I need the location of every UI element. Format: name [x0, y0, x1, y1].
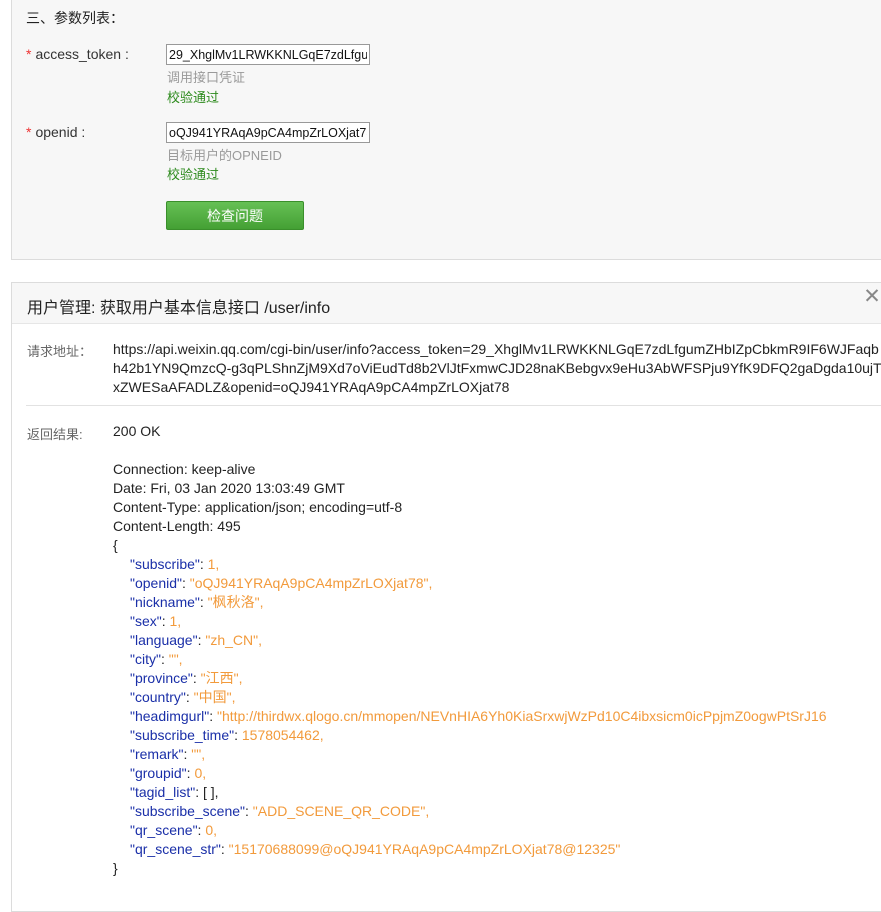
json-key: "openid" — [130, 575, 182, 591]
openid-hint: 目标用户的OPNEID — [167, 148, 282, 163]
json-field-line: "openid": "oQJ941YRAqA9pCA4mpZrLOXjat78"… — [130, 575, 433, 591]
json-key: "remark" — [130, 746, 184, 762]
request-url: https://api.weixin.qq.com/cgi-bin/user/i… — [113, 341, 881, 395]
json-close-brace: } — [113, 860, 118, 876]
openid-status: 校验通过 — [167, 167, 220, 182]
result-header: 用户管理: 获取用户基本信息接口 /user/info ✕ — [12, 283, 881, 324]
access-token-hint: 调用接口凭证 — [167, 70, 246, 85]
json-field-line: "headimgurl": "http://thirdwx.qlogo.cn/m… — [130, 708, 827, 724]
openid-label: openid : — [35, 124, 86, 140]
json-value: 1, — [169, 613, 182, 629]
json-key: "language" — [130, 632, 198, 648]
required-mark: * — [26, 124, 32, 140]
status-line: 200 OK — [113, 423, 161, 439]
divider — [26, 405, 881, 406]
json-key: "subscribe" — [130, 556, 200, 572]
json-key: "headimgurl" — [130, 708, 210, 724]
json-field-line: "remark": "", — [130, 746, 206, 762]
json-key: "subscribe_scene" — [130, 803, 246, 819]
json-value: "", — [191, 746, 206, 762]
json-value: 0, — [194, 765, 207, 781]
json-value: "江西", — [200, 670, 243, 686]
json-field-line: "qr_scene_str": "15170688099@oQJ941YRAqA… — [130, 841, 621, 857]
json-value: "zh_CN", — [205, 632, 262, 648]
json-field-line: "subscribe_time": 1578054462, — [130, 727, 324, 743]
json-value: "", — [168, 651, 183, 667]
response-header-line: Content-Type: application/json; encoding… — [113, 499, 403, 515]
result-body: 请求地址： https://api.weixin.qq.com/cgi-bin/… — [12, 324, 881, 911]
json-key: "subscribe_time" — [130, 727, 235, 743]
json-value: "oQJ941YRAqA9pCA4mpZrLOXjat78", — [189, 575, 433, 591]
access-token-label: access_token : — [35, 46, 129, 62]
json-value: "http://thirdwx.qlogo.cn/mmopen/NEVnHIA6… — [216, 708, 827, 724]
request-url-label: 请求地址： — [27, 344, 93, 359]
json-field-line: "subscribe_scene": "ADD_SCENE_QR_CODE", — [130, 803, 430, 819]
json-field-line: "language": "zh_CN", — [130, 632, 262, 648]
json-value: "枫秋洛", — [207, 594, 264, 610]
json-field-line: "subscribe": 1, — [130, 556, 220, 572]
json-key: "sex" — [130, 613, 162, 629]
json-key: "tagid_list" — [130, 784, 196, 800]
result-panel: 用户管理: 获取用户基本信息接口 /user/info ✕ 请求地址： http… — [11, 282, 881, 912]
response-header-line: Date: Fri, 03 Jan 2020 13:03:49 GMT — [113, 480, 345, 496]
json-key: "qr_scene_str" — [130, 841, 221, 857]
json-key: "province" — [130, 670, 193, 686]
json-key: "qr_scene" — [130, 822, 198, 838]
json-field-line: "tagid_list": [ ], — [130, 784, 219, 800]
json-field-line: "nickname": "枫秋洛", — [130, 594, 264, 610]
json-value: "15170688099@oQJ941YRAqA9pCA4mpZrLOXjat7… — [228, 841, 621, 857]
json-value: 1, — [207, 556, 220, 572]
json-key: "city" — [130, 651, 161, 667]
required-mark: * — [26, 46, 32, 62]
json-field-line: "province": "江西", — [130, 670, 243, 686]
check-problem-button[interactable]: 检查问题 — [166, 201, 304, 230]
result-title: 用户管理: 获取用户基本信息接口 /user/info — [27, 300, 331, 317]
json-value: [ ], — [202, 784, 219, 800]
openid-input[interactable] — [166, 122, 370, 143]
params-panel: 三、参数列表： *access_token : 调用接口凭证 校验通过 *ope… — [11, 0, 881, 260]
json-value: "中国", — [193, 689, 236, 705]
openid-label-row: * openid : — [26, 124, 85, 140]
json-key: "country" — [130, 689, 186, 705]
json-open-brace: { — [113, 537, 118, 553]
access-token-input[interactable] — [166, 44, 370, 65]
section-title: 三、参数列表： — [26, 10, 124, 26]
close-icon[interactable]: ✕ — [860, 285, 881, 309]
json-key: "nickname" — [130, 594, 200, 610]
access-token-label-row: * access_token : — [26, 46, 129, 62]
json-value: "ADD_SCENE_QR_CODE", — [252, 803, 430, 819]
access-token-status: 校验通过 — [167, 90, 220, 105]
json-value: 0, — [205, 822, 218, 838]
response-header-line: Content-Length: 495 — [113, 518, 241, 534]
json-value: 1578054462, — [241, 727, 324, 743]
json-field-line: "country": "中国", — [130, 689, 236, 705]
json-field-line: "qr_scene": 0, — [130, 822, 218, 838]
response-header-line: Connection: keep-alive — [113, 461, 256, 477]
json-field-line: "sex": 1, — [130, 613, 182, 629]
json-field-line: "city": "", — [130, 651, 183, 667]
response-label: 返回结果: — [27, 427, 83, 442]
json-key: "groupid" — [130, 765, 187, 781]
json-field-line: "groupid": 0, — [130, 765, 207, 781]
